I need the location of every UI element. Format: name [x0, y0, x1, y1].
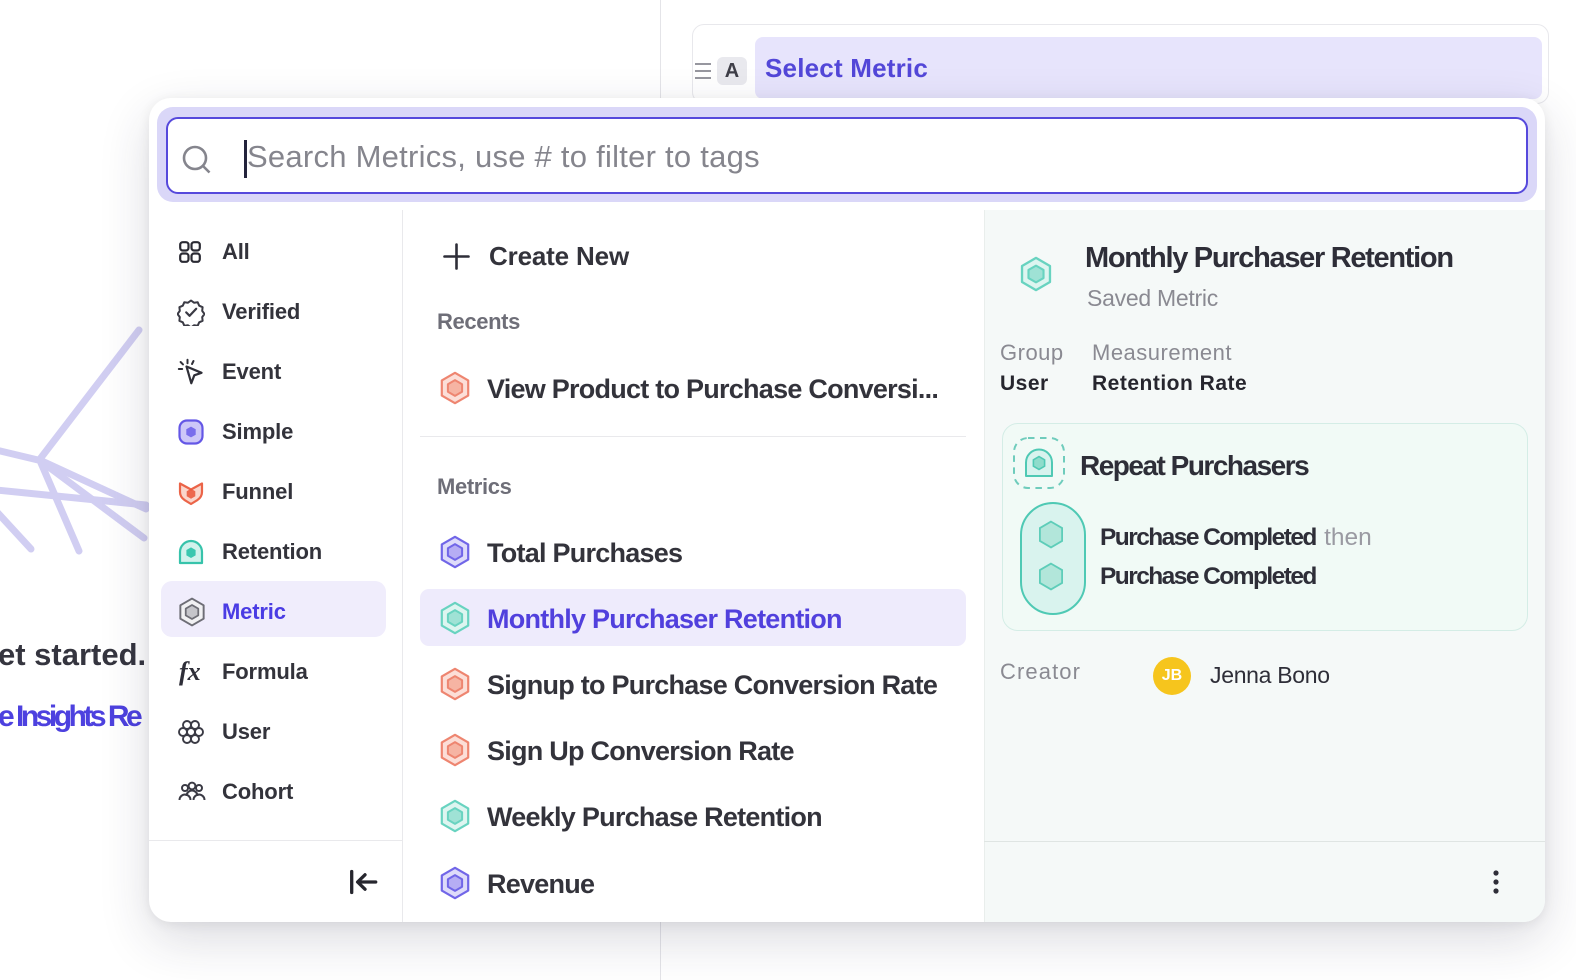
svg-text:fx: fx	[179, 657, 201, 686]
